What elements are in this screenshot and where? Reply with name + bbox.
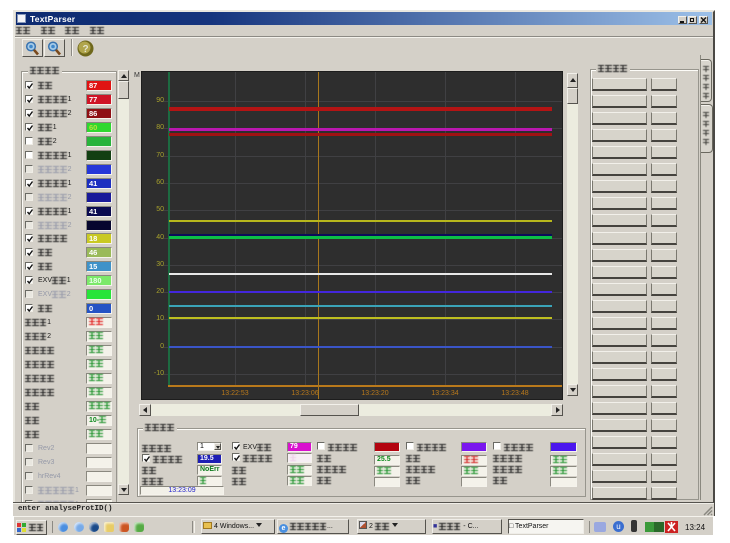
svg-text:?: ? <box>82 44 88 55</box>
